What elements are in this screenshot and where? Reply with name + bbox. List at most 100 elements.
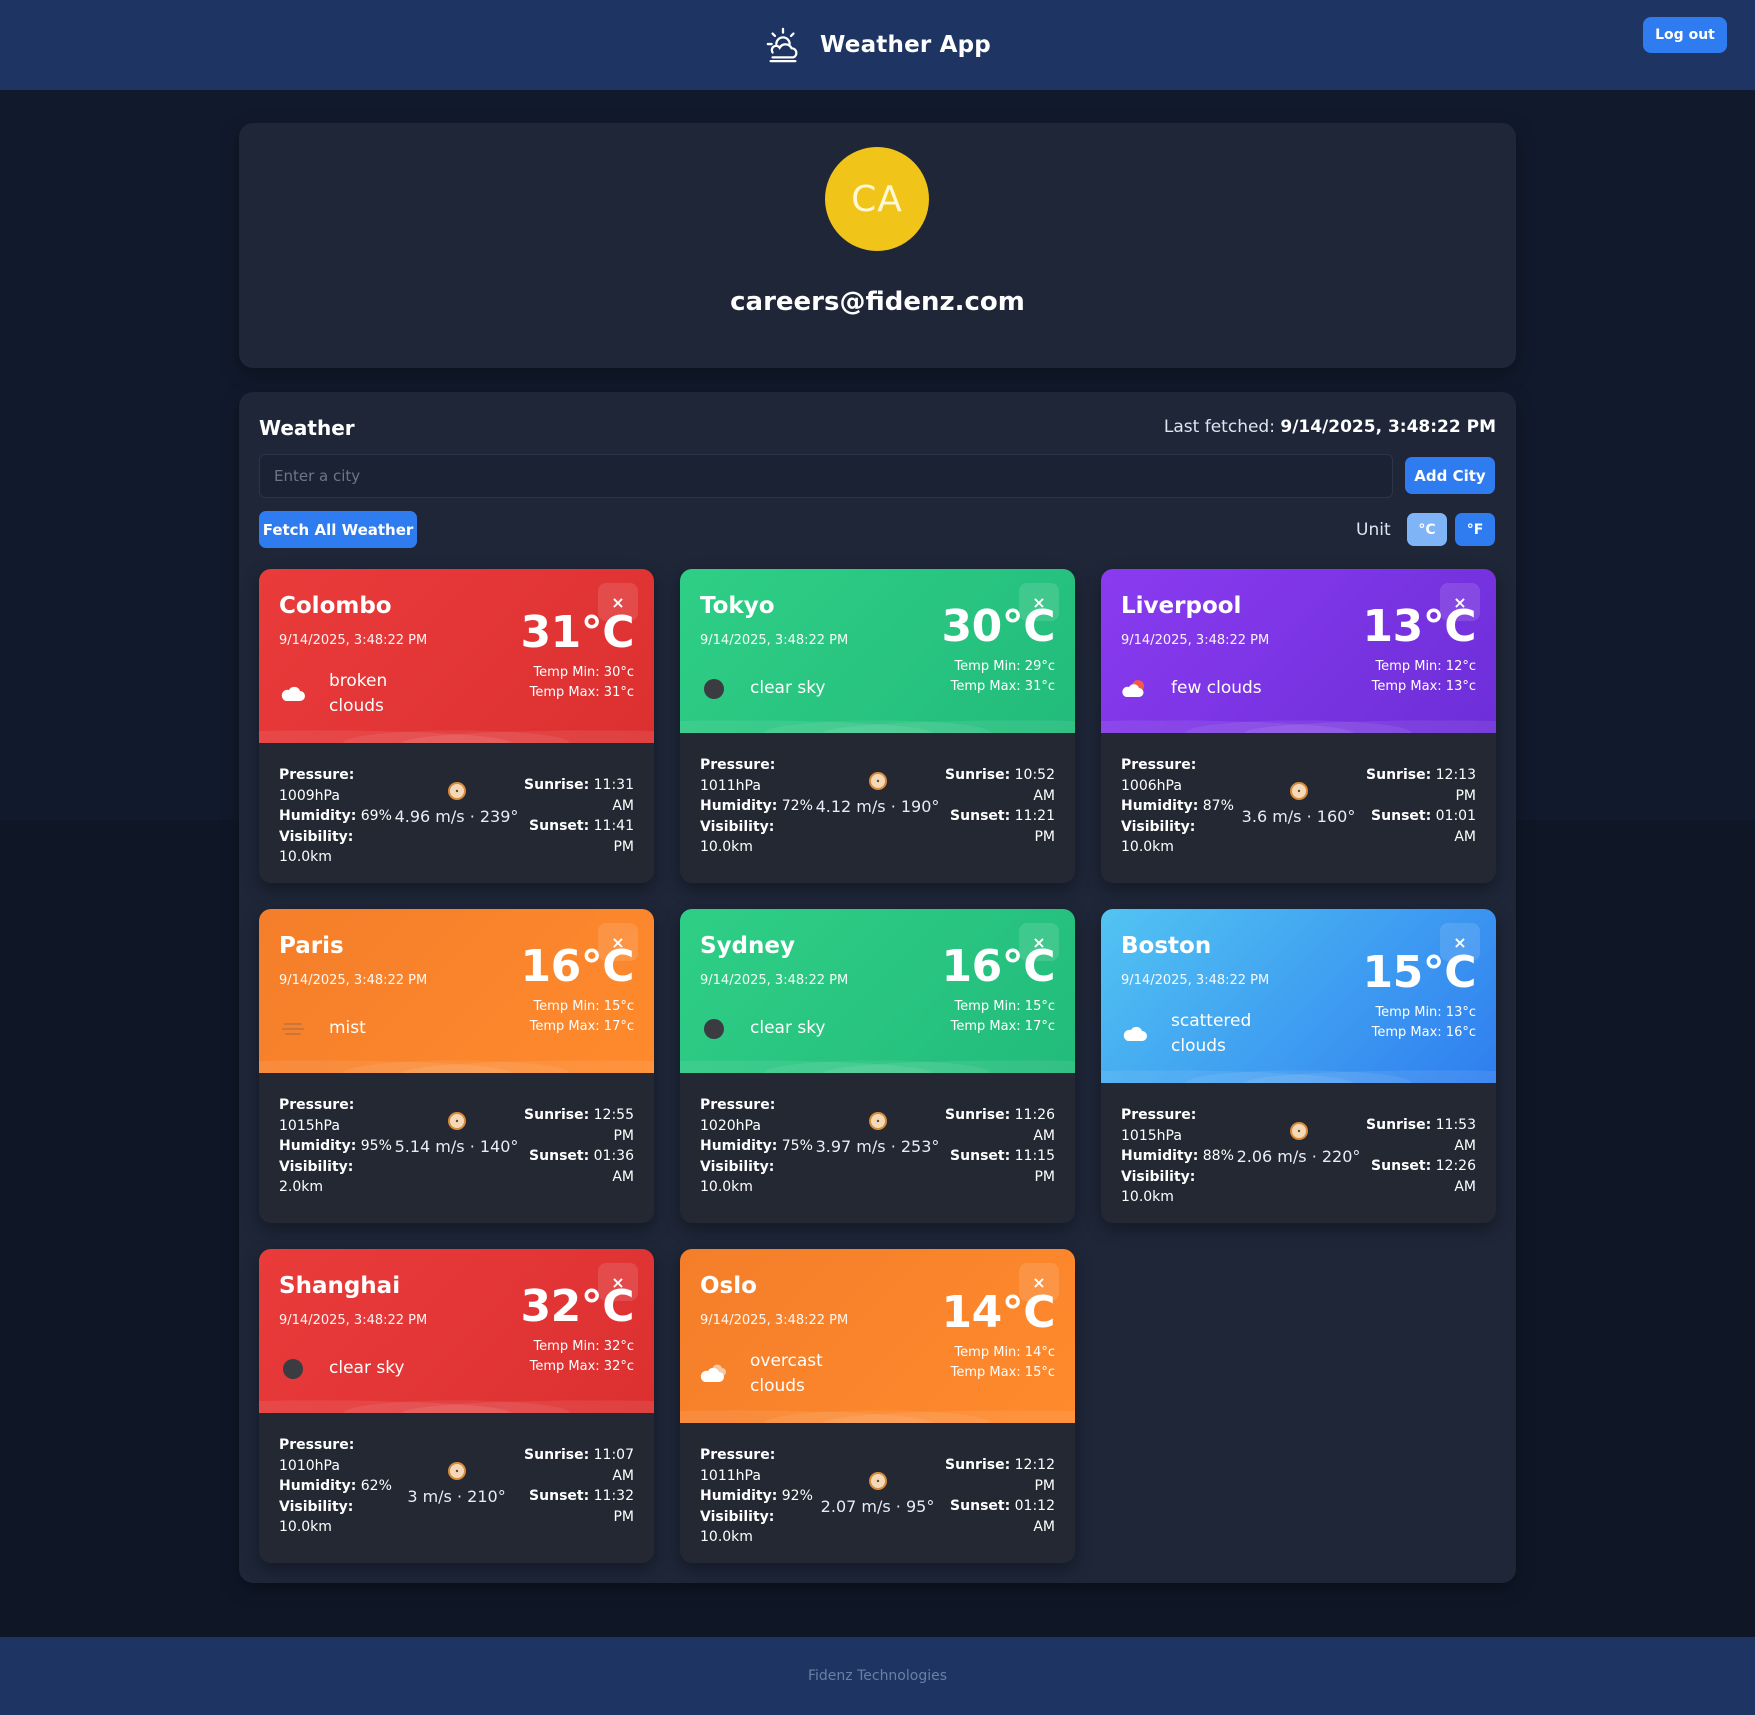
footer-text: Fidenz Technologies: [807, 1668, 948, 1684]
card-condition-text: few clouds: [1171, 678, 1262, 698]
card-timestamp: 9/14/2025, 3:48:22 PM: [700, 1313, 849, 1328]
card-details: Pressure: 1006hPa Humidity: 87% Visibili…: [1101, 733, 1496, 873]
card-wind: 3 m/s · 210°: [389, 1461, 524, 1508]
pressure-value: 1006hPa: [1121, 777, 1182, 794]
card-details: Pressure: 1011hPa Humidity: 92% Visibili…: [680, 1423, 1075, 1563]
compass-icon: [868, 1112, 887, 1130]
card-temp-max: Temp Max: 32°c: [529, 1359, 634, 1374]
card-city: Colombo: [279, 593, 392, 619]
card-temp-min: Temp Min: 15°c: [954, 999, 1055, 1014]
remove-city-button[interactable]: ×: [1019, 1263, 1059, 1301]
card-temp-min: Temp Min: 12°c: [1375, 659, 1476, 674]
card-timestamp: 9/14/2025, 3:48:22 PM: [700, 973, 849, 988]
visibility-value: 10.0km: [1121, 839, 1174, 855]
wind-value: 5.14 m/s · 140°: [394, 1137, 519, 1156]
sunset-label: Sunset:: [950, 1148, 1011, 1164]
card-sun: Sunrise: 10:52 AM Sunset: 11:21 PM: [935, 765, 1055, 847]
card-temp-max: Temp Max: 16°c: [1371, 1025, 1476, 1040]
pressure-label: Pressure:: [279, 1097, 355, 1113]
sunrise-label: Sunrise:: [524, 1107, 590, 1123]
card-details: Pressure: 1009hPa Humidity: 69% Visibili…: [259, 743, 654, 883]
card-wind: 4.12 m/s · 190°: [810, 771, 945, 818]
remove-city-button[interactable]: ×: [1019, 923, 1059, 961]
card-temp-max: Temp Max: 17°c: [950, 1019, 1055, 1034]
card-wind: 2.06 m/s · 220°: [1231, 1121, 1366, 1168]
card-temp-min: Temp Min: 13°c: [1375, 1005, 1476, 1020]
scattered-clouds-icon: [1121, 1023, 1149, 1045]
pressure-label: Pressure:: [1121, 1107, 1197, 1123]
compass-icon: [447, 1462, 466, 1480]
card-wind: 5.14 m/s · 140°: [389, 1111, 524, 1158]
card-condition: clear sky: [700, 1016, 826, 1041]
remove-city-button[interactable]: ×: [1019, 583, 1059, 621]
city-search-input[interactable]: [259, 454, 1393, 498]
card-city: Boston: [1121, 933, 1212, 959]
sunrise-label: Sunrise:: [524, 1447, 590, 1463]
wind-value: 2.07 m/s · 95°: [820, 1497, 935, 1516]
weather-card-shanghai: Shanghai 9/14/2025, 3:48:22 PM 32°C Temp…: [259, 1249, 654, 1563]
remove-city-button[interactable]: ×: [1440, 583, 1480, 621]
fetch-all-weather-button[interactable]: Fetch All Weather: [259, 511, 417, 548]
humidity-value: 88%: [1202, 1148, 1234, 1164]
unit-fahrenheit-toggle[interactable]: °F: [1455, 513, 1495, 546]
card-temp-max: Temp Max: 31°c: [950, 679, 1055, 694]
humidity-label: Humidity:: [279, 1138, 357, 1154]
logout-button[interactable]: Log out: [1643, 17, 1727, 53]
visibility-value: 10.0km: [700, 1179, 753, 1195]
sunset-label: Sunset:: [529, 1488, 590, 1504]
pressure-value: 1009hPa: [279, 787, 340, 804]
visibility-value: 2.0km: [279, 1179, 324, 1195]
remove-city-button[interactable]: ×: [598, 1263, 638, 1301]
card-details: Pressure: 1020hPa Humidity: 75% Visibili…: [680, 1073, 1075, 1213]
visibility-label: Visibility:: [279, 1498, 354, 1515]
card-temp-min: Temp Min: 15°c: [533, 999, 634, 1014]
sunset-value: 12:26 AM: [1435, 1158, 1476, 1195]
card-condition: clear sky: [279, 1356, 405, 1381]
sunrise-value: 11:26 AM: [1014, 1107, 1055, 1144]
humidity-label: Humidity:: [279, 1478, 357, 1494]
sunset-value: 11:41 PM: [593, 818, 634, 855]
humidity-label: Humidity:: [700, 798, 778, 814]
weather-card-oslo: Oslo 9/14/2025, 3:48:22 PM 14°C Temp Min…: [680, 1249, 1075, 1563]
weather-section-title: Weather: [259, 416, 355, 440]
weather-card-sydney: Sydney 9/14/2025, 3:48:22 PM 16°C Temp M…: [680, 909, 1075, 1223]
card-timestamp: 9/14/2025, 3:48:22 PM: [1121, 973, 1270, 988]
visibility-label: Visibility:: [279, 828, 354, 845]
remove-city-button[interactable]: ×: [1440, 923, 1480, 961]
weather-card-boston: Boston 9/14/2025, 3:48:22 PM 15°C Temp M…: [1101, 909, 1496, 1223]
weather-card-liverpool: Liverpool 9/14/2025, 3:48:22 PM 13°C Tem…: [1101, 569, 1496, 883]
wind-value: 4.12 m/s · 190°: [815, 797, 940, 816]
wind-value: 3.97 m/s · 253°: [815, 1137, 940, 1156]
sunrise-label: Sunrise:: [945, 1457, 1011, 1473]
visibility-value: 10.0km: [700, 1529, 753, 1545]
sunrise-value: 11:53 AM: [1435, 1117, 1476, 1154]
card-condition: clear sky: [700, 676, 826, 701]
wind-value: 2.06 m/s · 220°: [1236, 1147, 1361, 1166]
add-city-button[interactable]: Add City: [1405, 457, 1495, 494]
sunrise-value: 12:12 PM: [1014, 1457, 1055, 1494]
card-wind: 2.07 m/s · 95°: [810, 1471, 945, 1518]
card-condition-text: clear sky: [329, 1358, 405, 1378]
unit-celsius-toggle[interactable]: °C: [1407, 513, 1447, 546]
card-stats: Pressure: 1010hPa Humidity: 62% Visibili…: [279, 1435, 399, 1538]
visibility-label: Visibility:: [700, 1158, 775, 1175]
visibility-value: 10.0km: [279, 1519, 332, 1535]
weather-app-logo-icon: [766, 27, 798, 63]
remove-city-button[interactable]: ×: [598, 923, 638, 961]
sunrise-label: Sunrise:: [945, 1107, 1011, 1123]
card-wind: 3.97 m/s · 253°: [810, 1111, 945, 1158]
card-header: Shanghai 9/14/2025, 3:48:22 PM 32°C Temp…: [259, 1249, 654, 1413]
clear-sky-icon: [700, 1018, 728, 1040]
card-details: Pressure: 1015hPa Humidity: 95% Visibili…: [259, 1073, 654, 1213]
card-temp-min: Temp Min: 32°c: [533, 1339, 634, 1354]
pressure-label: Pressure:: [700, 1447, 776, 1463]
card-stats: Pressure: 1009hPa Humidity: 69% Visibili…: [279, 765, 399, 868]
card-temp-max: Temp Max: 15°c: [950, 1365, 1055, 1380]
remove-city-button[interactable]: ×: [598, 583, 638, 621]
user-email: careers@fidenz.com: [730, 287, 1025, 317]
last-fetched-label: Last fetched:: [1163, 417, 1275, 437]
pressure-value: 1020hPa: [700, 1117, 761, 1134]
sunset-value: 11:15 PM: [1014, 1148, 1055, 1185]
card-stats: Pressure: 1015hPa Humidity: 88% Visibili…: [1121, 1105, 1241, 1208]
sunrise-label: Sunrise:: [1366, 1117, 1432, 1133]
